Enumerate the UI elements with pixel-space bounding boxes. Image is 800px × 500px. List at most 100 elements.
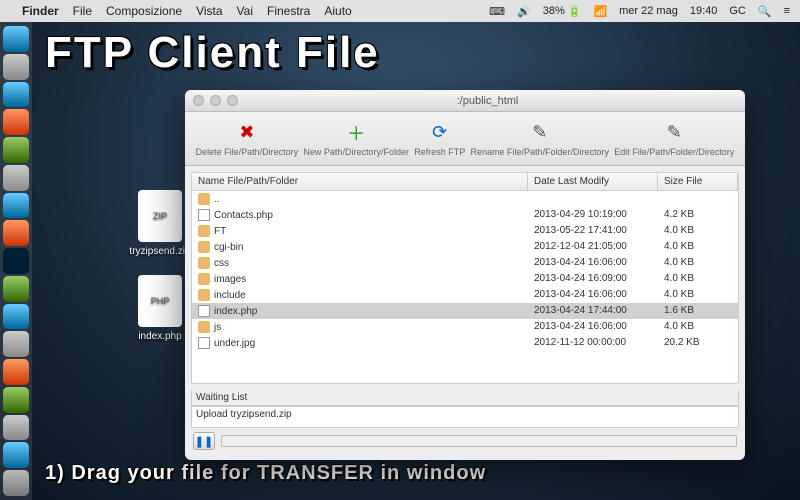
window-titlebar[interactable]: :/public_html <box>185 90 745 112</box>
dock-app-icon[interactable] <box>3 82 29 108</box>
column-size[interactable]: Size File <box>658 173 738 190</box>
file-name: js <box>214 322 221 333</box>
file-date: 2013-04-24 16:09:00 <box>528 272 658 286</box>
menu-composizione[interactable]: Composizione <box>106 4 182 18</box>
file-icon <box>198 337 210 349</box>
menu-vai[interactable]: Vai <box>237 4 253 18</box>
dock-app-icon[interactable] <box>3 415 29 441</box>
spotlight-icon[interactable]: 🔍 <box>758 5 772 18</box>
menu-aiuto[interactable]: Aiuto <box>324 4 351 18</box>
date-display[interactable]: mer 22 mag <box>619 5 678 17</box>
dock-finder-icon[interactable] <box>3 26 29 52</box>
file-row[interactable]: under.jpg 2012-11-12 00:00:0020.2 KB <box>192 335 738 351</box>
file-size: 4.2 KB <box>658 208 738 222</box>
file-row[interactable]: cgi-bin2012-12-04 21:05:004.0 KB <box>192 239 738 255</box>
keyboard-icon[interactable]: ⌨ <box>489 5 505 18</box>
battery-status[interactable]: 38% 🔋 <box>543 5 582 18</box>
dock-app-icon[interactable] <box>3 54 29 80</box>
file-date: 2013-04-24 16:06:00 <box>528 256 658 270</box>
rename-icon: ✎ <box>528 121 552 145</box>
file-list[interactable]: Name File/Path/Folder Date Last Modify S… <box>191 172 739 384</box>
dock-app-icon[interactable] <box>3 359 29 385</box>
zip-icon: ZIP <box>138 190 182 242</box>
wifi-icon[interactable]: 📶 <box>593 5 607 18</box>
waiting-list-label: Waiting List <box>191 390 739 406</box>
file-list-header: Name File/Path/Folder Date Last Modify S… <box>192 173 738 191</box>
dock-app-icon[interactable] <box>3 165 29 191</box>
dock-app-icon[interactable] <box>3 387 29 413</box>
delete-icon: ✖ <box>235 121 259 145</box>
file-name: .. <box>214 194 220 205</box>
folder-icon <box>198 257 210 269</box>
file-name: cgi-bin <box>214 242 243 253</box>
close-icon[interactable] <box>193 95 204 106</box>
folder-icon <box>198 225 210 237</box>
file-date: 2013-04-24 16:06:00 <box>528 320 658 334</box>
file-date: 2013-05-22 17:41:00 <box>528 224 658 238</box>
rename-button[interactable]: ✎ Rename File/Path/Folder/Directory <box>470 121 609 157</box>
file-size: 4.0 KB <box>658 256 738 270</box>
file-date: 2013-04-24 16:06:00 <box>528 288 658 302</box>
menu-app[interactable]: Finder <box>22 4 59 18</box>
column-name[interactable]: Name File/Path/Folder <box>192 173 528 190</box>
volume-icon[interactable]: 🔊 <box>517 5 531 18</box>
delete-button[interactable]: ✖ Delete File/Path/Directory <box>196 121 299 157</box>
new-folder-button[interactable]: ＋ New Path/Directory/Folder <box>303 121 409 157</box>
file-size: 4.0 KB <box>658 320 738 334</box>
dock-trash-icon[interactable] <box>3 470 29 496</box>
column-date[interactable]: Date Last Modify <box>528 173 658 190</box>
user-menu[interactable]: GC <box>729 5 746 17</box>
overlay-title: FTP Client File <box>45 28 380 78</box>
folder-icon <box>198 241 210 253</box>
file-size: 4.0 KB <box>658 288 738 302</box>
menu-vista[interactable]: Vista <box>196 4 222 18</box>
file-icon <box>198 305 210 317</box>
dock-app-icon[interactable] <box>3 442 29 468</box>
toolbar: ✖ Delete File/Path/Directory ＋ New Path/… <box>185 112 745 166</box>
dock-app-icon[interactable] <box>3 331 29 357</box>
notification-icon[interactable]: ≡ <box>784 5 790 17</box>
refresh-icon: ⟳ <box>428 121 452 145</box>
file-row[interactable]: index.php2013-04-24 17:44:001.6 KB <box>192 303 738 319</box>
dock-app-icon[interactable] <box>3 193 29 219</box>
dock-app-icon[interactable] <box>3 276 29 302</box>
window-title: :/public_html <box>238 95 737 107</box>
progress-bar <box>221 435 737 447</box>
file-row[interactable]: js 2013-04-24 16:06:004.0 KB <box>192 319 738 335</box>
edit-button[interactable]: ✎ Edit File/Path/Folder/Directory <box>614 121 734 157</box>
file-row[interactable]: include 2013-04-24 16:06:004.0 KB <box>192 287 738 303</box>
file-date: 2012-11-12 00:00:00 <box>528 336 658 350</box>
file-size: 4.0 KB <box>658 240 738 254</box>
waiting-list[interactable]: Upload tryzipsend.zip <box>191 406 739 428</box>
file-size <box>658 192 738 206</box>
file-row[interactable]: css 2013-04-24 16:06:004.0 KB <box>192 255 738 271</box>
file-name: css <box>214 258 229 269</box>
time-display[interactable]: 19:40 <box>690 5 718 17</box>
folder-icon <box>198 193 210 205</box>
dock-app-icon[interactable] <box>3 137 29 163</box>
folder-icon <box>198 273 210 285</box>
pause-icon: ❚❚ <box>195 435 213 448</box>
menu-file[interactable]: File <box>73 4 92 18</box>
file-row[interactable]: .. <box>192 191 738 207</box>
file-size: 1.6 KB <box>658 304 738 318</box>
file-name: include <box>214 290 246 301</box>
file-size: 20.2 KB <box>658 336 738 350</box>
file-row[interactable]: Contacts.php2013-04-29 10:19:004.2 KB <box>192 207 738 223</box>
dock-app-icon[interactable] <box>3 109 29 135</box>
refresh-button[interactable]: ⟳ Refresh FTP <box>414 121 465 157</box>
pause-button[interactable]: ❚❚ <box>193 432 215 450</box>
zoom-icon[interactable] <box>227 95 238 106</box>
dock-photoshop-icon[interactable] <box>3 248 29 274</box>
file-row[interactable]: images2013-04-24 16:09:004.0 KB <box>192 271 738 287</box>
menu-finestra[interactable]: Finestra <box>267 4 310 18</box>
php-icon: PHP <box>138 275 182 327</box>
dock-app-icon[interactable] <box>3 220 29 246</box>
dock-app-icon[interactable] <box>3 304 29 330</box>
file-row[interactable]: FT2013-05-22 17:41:004.0 KB <box>192 223 738 239</box>
dock <box>0 22 32 500</box>
file-name: under.jpg <box>214 338 255 349</box>
edit-icon: ✎ <box>662 121 686 145</box>
minimize-icon[interactable] <box>210 95 221 106</box>
ftp-window: :/public_html ✖ Delete File/Path/Directo… <box>185 90 745 460</box>
